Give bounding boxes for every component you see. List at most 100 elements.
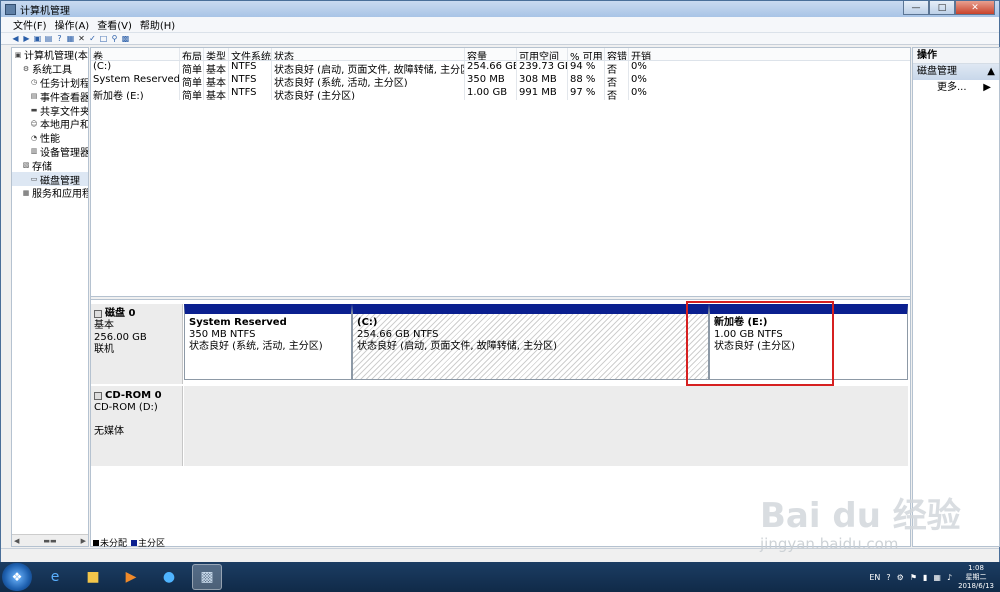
column-header-fault-tolerance[interactable]: 容错 — [605, 48, 629, 60]
disk-0-type: 基本 — [94, 320, 114, 331]
cell-ft: 否 — [605, 61, 629, 74]
watermark: Bai du 经验 jingyan.baidu.com — [760, 488, 961, 553]
checkmark-icon[interactable]: ✓ — [88, 34, 97, 43]
forward-icon[interactable]: ▶ — [22, 34, 31, 43]
back-icon[interactable]: ◀ — [11, 34, 20, 43]
column-header-capacity[interactable]: 容量 — [465, 48, 517, 60]
tree-item[interactable]: ▣计算机管理(本地) — [12, 48, 88, 63]
cell-vol: (C:) — [91, 61, 180, 74]
legend: 未分配 主分区 — [91, 536, 165, 549]
minimize-button[interactable]: — — [903, 1, 929, 15]
gear-icon[interactable]: ⚙ — [897, 573, 904, 582]
disk-0-name: 磁盘 0 — [105, 308, 136, 319]
help-icon[interactable]: ? — [55, 34, 64, 43]
table-row[interactable]: System Reserved 简单 基本 NTFS 状态良好 (系统, 活动, 主分区… — [91, 74, 910, 87]
app-icon[interactable]: ● — [154, 564, 184, 590]
tree-item[interactable]: ▬ 共享文件夹 — [12, 103, 88, 118]
tree-item[interactable]: ▥ 设备管理器 — [12, 145, 88, 159]
tree-item[interactable]: ▧ 存储 — [12, 158, 88, 173]
tree-item[interactable]: ◔ 性能 — [12, 131, 88, 146]
cell-type: 基本 — [204, 61, 229, 74]
volume-icon[interactable]: ♪ — [947, 573, 952, 582]
help-tray-icon[interactable]: ? — [886, 573, 890, 582]
window-controls: — □ ✕ — [903, 1, 995, 15]
cell-fs: NTFS — [229, 61, 272, 74]
media-player-icon[interactable]: ▶ — [116, 564, 146, 590]
column-header-overhead[interactable]: 开销 — [629, 48, 910, 60]
actions-title: 操作 — [913, 48, 999, 64]
system-tray: EN ? ⚙ ⚑ ▮ ▦ ♪ 1:08 星期二 2018/6/13 — [869, 562, 994, 592]
tree-item[interactable]: ▦服务和应用程序 — [12, 186, 88, 201]
volume-list: (C:) 简单 基本 NTFS 状态良好 (启动, 页面文件, 故障转储, 主分区) 25… — [91, 61, 910, 100]
flag-icon[interactable]: ⚑ — [910, 573, 917, 582]
disk-0-name-row: 磁盘 0 — [94, 308, 179, 320]
ie-icon[interactable]: e — [40, 564, 70, 590]
legend-swatch-unallocated — [93, 539, 99, 546]
cdrom-icon — [94, 392, 102, 400]
horizontal-scrollbar[interactable]: ◀ ▬▬ ▶ — [12, 534, 88, 546]
menu-help[interactable]: 帮助(H) — [140, 17, 175, 32]
tree-item-label: 磁盘管理 — [40, 175, 80, 187]
network-icon[interactable]: ▦ — [933, 573, 941, 582]
partition-system-reserved[interactable]: System Reserved 350 MB NTFS 状态良好 (系统, 活动… — [184, 304, 352, 380]
storage-icon: ▧ — [22, 161, 30, 170]
language-indicator[interactable]: EN — [869, 573, 880, 582]
legend-swatch-primary — [131, 539, 138, 546]
disk-icon: ▭ — [30, 175, 38, 184]
column-header-type[interactable]: 类型 — [204, 48, 229, 60]
search-icon[interactable]: ⚲ — [110, 34, 119, 43]
tree-item-label: 计算机管理(本地) — [24, 51, 88, 63]
partition-c[interactable]: (C:) 254.66 GB NTFS 状态良好 (启动, 页面文件, 故障转储… — [352, 304, 709, 380]
battery-icon[interactable]: ▮ — [923, 573, 927, 582]
menu-view[interactable]: 查看(V) — [97, 17, 132, 32]
cell-oh: 0% — [631, 87, 647, 98]
column-header-free-space[interactable]: 可用空间 — [517, 48, 568, 60]
partition-size: 350 MB NTFS — [189, 329, 256, 340]
clock[interactable]: 1:08 星期二 2018/6/13 — [958, 564, 994, 591]
up-icon[interactable]: ▣ — [33, 34, 42, 43]
open-icon[interactable]: □ — [99, 34, 108, 43]
tree-item[interactable]: ⚙ 系统工具 — [12, 62, 88, 77]
cdrom-0-label[interactable]: CD-ROM 0 CD-ROM (D:) 无媒体 — [91, 386, 183, 466]
properties-icon[interactable]: ▤ — [44, 34, 53, 43]
scroll-right-icon[interactable]: ▶ — [81, 537, 86, 545]
scroll-thumb[interactable]: ▬▬ — [43, 537, 56, 545]
cell-layout: 简单 — [180, 87, 204, 100]
disk-0-size: 256.00 GB — [94, 332, 147, 343]
column-header-layout[interactable]: 布局 — [180, 48, 204, 60]
table-row[interactable]: (C:) 简单 基本 NTFS 状态良好 (启动, 页面文件, 故障转储, 主分区) 25… — [91, 61, 910, 74]
table-row[interactable]: 新加卷 (E:) 简单 基本 NTFS 状态良好 (主分区) 1.00 GB 991 MB 9… — [91, 87, 910, 100]
tree-item[interactable]: ☺本地用户和组 — [12, 117, 88, 132]
start-button[interactable]: ❖ — [2, 563, 32, 591]
title-bar[interactable]: 计算机管理 — □ ✕ — [1, 1, 999, 17]
collapse-icon[interactable]: ▲ — [987, 64, 995, 80]
disk-0-label[interactable]: 磁盘 0 基本 256.00 GB 联机 — [91, 304, 183, 384]
menu-file[interactable]: 文件(F) — [13, 17, 47, 32]
view-icon[interactable]: ▩ — [121, 34, 130, 43]
close-icon[interactable]: ✕ — [77, 34, 86, 43]
explorer-icon[interactable]: ■ — [78, 564, 108, 590]
tree-item[interactable]: ◷任务计划程序 — [12, 76, 88, 90]
actions-more[interactable]: 更多... ▶ — [913, 80, 999, 96]
close-button[interactable]: ✕ — [955, 1, 995, 15]
scroll-left-icon[interactable]: ◀ — [14, 537, 19, 545]
cdrom-0-drive: CD-ROM (D:) — [94, 402, 158, 413]
tree-item-label: 存储 — [32, 161, 52, 173]
maximize-button[interactable]: □ — [929, 1, 955, 15]
cell-type: 基本 — [204, 74, 229, 87]
actions-section-disk-management[interactable]: 磁盘管理 ▲ — [913, 64, 999, 80]
menu-action[interactable]: 操作(A) — [55, 17, 90, 32]
tree-item[interactable]: ▭ 磁盘管理 — [12, 172, 88, 187]
tree-item[interactable]: ▤ 事件查看器 — [12, 89, 88, 104]
column-header-percent-free[interactable]: % 可用 — [568, 48, 605, 60]
watermark-logo: Bai du 经验 — [760, 496, 961, 536]
column-header-volume[interactable]: 卷 — [91, 48, 180, 60]
computer-management-icon[interactable]: ▩ — [192, 564, 222, 590]
cell-free: 991 MB — [517, 87, 568, 100]
cell-layout: 简单 — [180, 74, 204, 87]
column-header-status[interactable]: 状态 — [272, 48, 465, 60]
grid-icon[interactable]: ▦ — [66, 34, 75, 43]
partition-status: 状态良好 (启动, 页面文件, 故障转储, 主分区) — [357, 341, 558, 352]
computer-management-window: 计算机管理 — □ ✕ 文件(F) 操作(A) 查看(V) 帮助(H) ◀ ▶ … — [0, 0, 1000, 562]
column-header-filesystem[interactable]: 文件系统 — [229, 48, 272, 60]
